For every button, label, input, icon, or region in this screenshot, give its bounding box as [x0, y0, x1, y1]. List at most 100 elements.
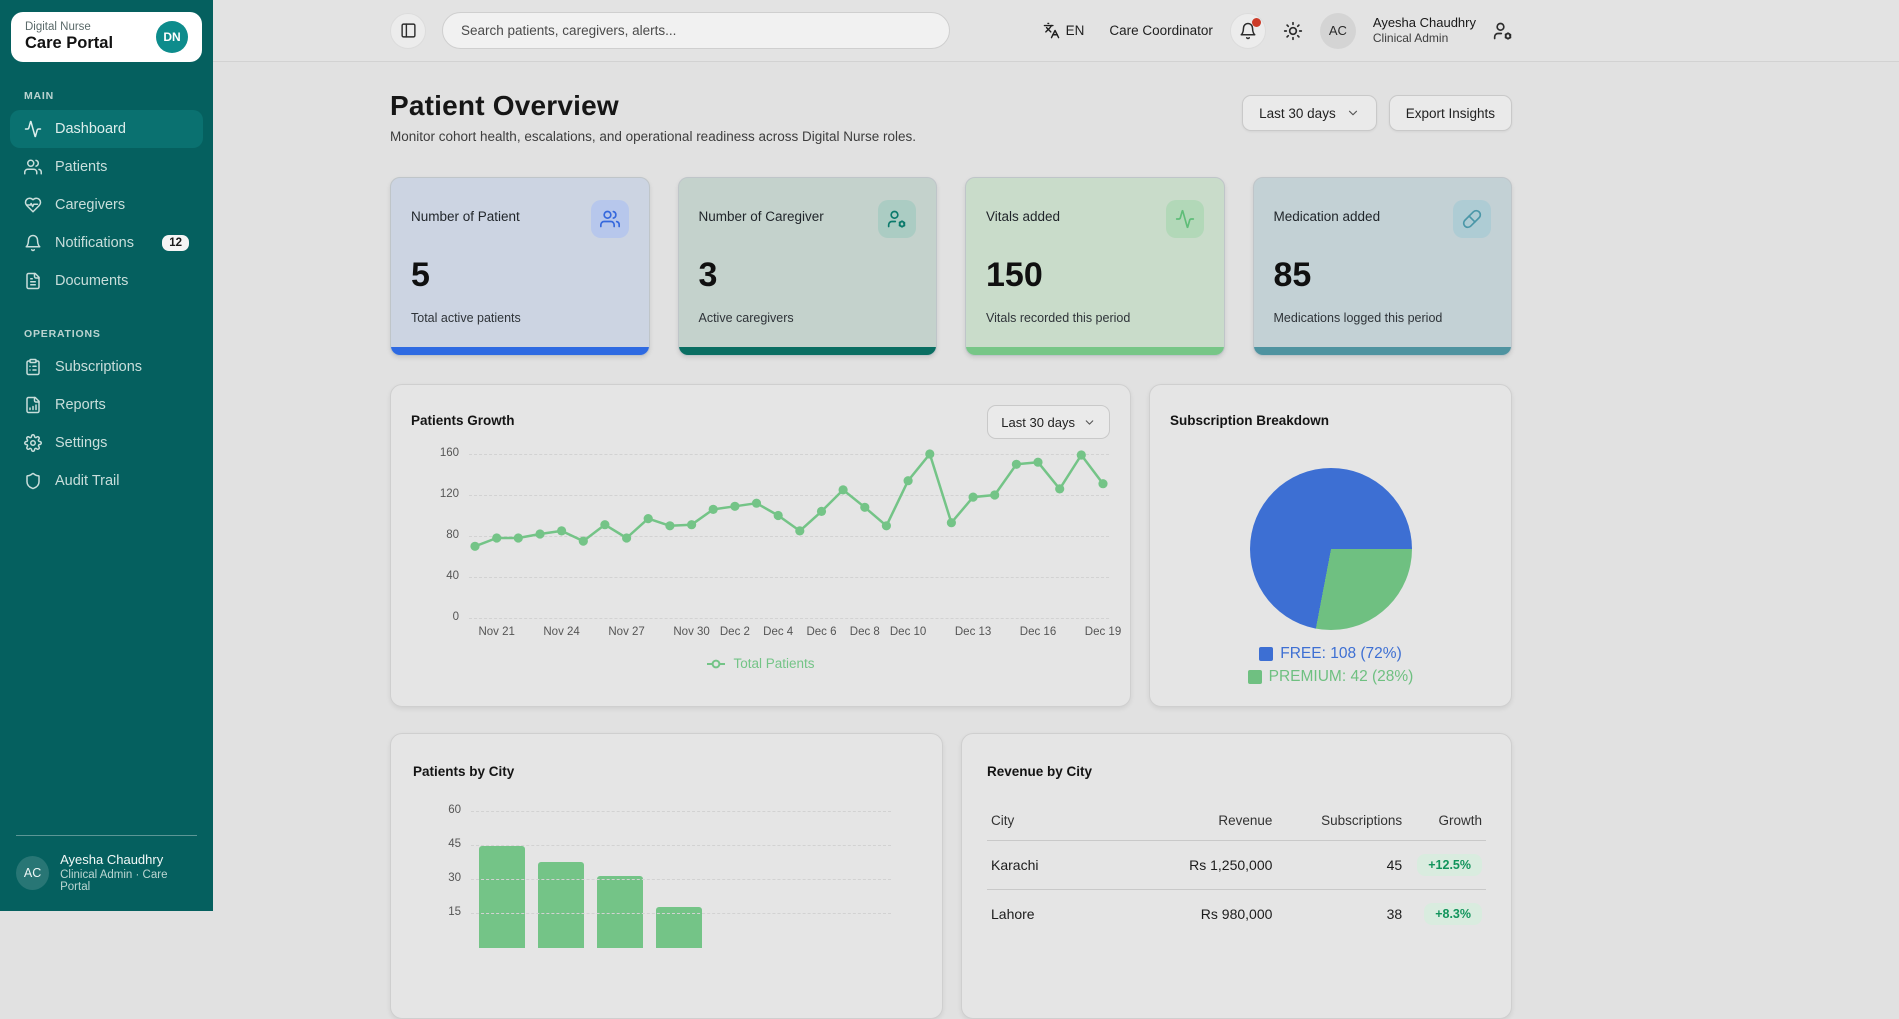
- stat-card-patients: Number of Patient 5 Total active patient…: [390, 177, 650, 356]
- legend-line-marker-icon: [706, 659, 726, 669]
- date-range-select[interactable]: Last 30 days: [1242, 95, 1377, 131]
- growth-badge: +8.3%: [1424, 903, 1482, 925]
- growth-badge: +12.5%: [1417, 854, 1482, 876]
- stat-card-vitals: Vitals added 150 Vitals recorded this pe…: [965, 177, 1225, 356]
- pie-chart-legend: FREE: 108 (72%) PREMIUM: 42 (28%): [1170, 645, 1491, 686]
- brand-card[interactable]: Digital Nurse Care Portal DN: [11, 12, 202, 62]
- line-chart-x-axis: Nov 21Nov 24Nov 27Nov 30Dec 2Dec 4Dec 6D…: [469, 626, 1109, 642]
- document-icon: [24, 272, 42, 290]
- shield-icon: [24, 472, 42, 490]
- topbar-user-block: Ayesha Chaudhry Clinical Admin: [1373, 15, 1476, 46]
- stat-caption: Active caregivers: [699, 311, 917, 325]
- gear-icon: [24, 434, 42, 452]
- legend-label: Total Patients: [733, 656, 814, 671]
- bar: [479, 846, 525, 948]
- sidebar-item-patients[interactable]: Patients: [10, 148, 203, 186]
- brand-app-name: Digital Nurse: [25, 21, 113, 33]
- sidebar-item-audit-trail[interactable]: Audit Trail: [10, 462, 203, 500]
- user-gear-icon: [878, 200, 916, 238]
- sidebar-item-reports[interactable]: Reports: [10, 386, 203, 424]
- legend-swatch: [1248, 670, 1262, 684]
- language-switcher[interactable]: EN: [1043, 22, 1085, 39]
- revenue-by-city-card: Revenue by City City Revenue Subscriptio…: [961, 733, 1512, 1019]
- sidebar-item-label: Documents: [55, 273, 189, 289]
- role-label: Care Coordinator: [1109, 23, 1213, 38]
- column-header-city: City: [987, 803, 1137, 841]
- chart-title: Subscription Breakdown: [1170, 405, 1491, 428]
- legend-item-free: FREE: 108 (72%): [1259, 645, 1401, 663]
- sidebar-user-name: Ayesha Chaudhry: [60, 852, 197, 867]
- stats-grid: Number of Patient 5 Total active patient…: [390, 177, 1512, 356]
- line-chart-plot: [469, 451, 1109, 621]
- cell-city: Lahore: [987, 890, 1137, 939]
- divider: [16, 835, 197, 836]
- stat-accent-bar: [679, 347, 937, 355]
- user-settings-button[interactable]: [1493, 21, 1513, 41]
- stat-caption: Medications logged this period: [1274, 311, 1492, 325]
- sidebar-item-caregivers[interactable]: Caregivers: [10, 186, 203, 224]
- stat-value: 5: [411, 256, 629, 295]
- notifications-count-badge: 12: [162, 235, 189, 251]
- sidebar: Digital Nurse Care Portal DN MAIN Dashbo…: [0, 0, 213, 911]
- sidebar-footer: AC Ayesha Chaudhry Clinical Admin · Care…: [0, 821, 213, 911]
- chart-range-label: Last 30 days: [1001, 415, 1075, 430]
- topbar-user-role: Clinical Admin: [1373, 31, 1476, 46]
- sidebar-section-operations: OPERATIONS: [24, 328, 213, 340]
- export-insights-button[interactable]: Export Insights: [1389, 95, 1512, 131]
- sidebar-item-documents[interactable]: Documents: [10, 262, 203, 300]
- brand-portal-name: Care Portal: [25, 34, 113, 53]
- sidebar-user-role: Clinical Admin · Care Portal: [60, 869, 197, 893]
- cell-revenue: Rs 980,000: [1137, 890, 1277, 939]
- sidebar-user[interactable]: AC Ayesha Chaudhry Clinical Admin · Care…: [16, 852, 197, 893]
- legend-item-premium: PREMIUM: 42 (28%): [1248, 668, 1414, 686]
- sidebar-item-label: Reports: [55, 397, 189, 413]
- date-range-label: Last 30 days: [1259, 106, 1336, 121]
- search-bar[interactable]: [442, 12, 950, 49]
- sidebar-section-main: MAIN: [24, 90, 213, 102]
- users-icon: [591, 200, 629, 238]
- search-input[interactable]: [461, 23, 931, 38]
- stat-title: Vitals added: [986, 200, 1060, 224]
- user-gear-icon: [1493, 21, 1513, 41]
- table-title: Revenue by City: [987, 756, 1486, 779]
- activity-icon: [24, 120, 42, 138]
- sidebar-item-notifications[interactable]: Notifications 12: [10, 224, 203, 262]
- stat-accent-bar: [1254, 347, 1512, 355]
- topbar-user-name: Ayesha Chaudhry: [1373, 15, 1476, 31]
- avatar[interactable]: AC: [1320, 13, 1356, 49]
- sidebar-item-label: Patients: [55, 159, 189, 175]
- notifications-button[interactable]: [1230, 13, 1266, 49]
- legend-label: PREMIUM: 42 (28%): [1269, 668, 1414, 686]
- theme-toggle-button[interactable]: [1283, 21, 1303, 41]
- language-label: EN: [1066, 23, 1085, 38]
- cell-revenue: Rs 1,250,000: [1137, 841, 1277, 890]
- page-subtitle: Monitor cohort health, escalations, and …: [390, 129, 916, 144]
- stat-accent-bar: [966, 347, 1224, 355]
- patients-growth-card: Patients Growth Last 30 days 16012080400…: [390, 384, 1131, 707]
- legend-label: FREE: 108 (72%): [1280, 645, 1401, 663]
- avatar: AC: [16, 856, 49, 890]
- column-header-subscriptions: Subscriptions: [1276, 803, 1406, 841]
- report-chart-icon: [24, 396, 42, 414]
- patients-by-city-card: Patients by City 60453015: [390, 733, 943, 1019]
- sidebar-item-label: Caregivers: [55, 197, 189, 213]
- sidebar-item-dashboard[interactable]: Dashboard: [10, 110, 203, 148]
- pie-chart: [1250, 468, 1412, 630]
- chart-range-select[interactable]: Last 30 days: [987, 405, 1110, 439]
- page-title: Patient Overview: [390, 90, 916, 122]
- cell-subscriptions: 38: [1276, 890, 1406, 939]
- pulse-icon: [1166, 200, 1204, 238]
- table-header-row: City Revenue Subscriptions Growth: [987, 803, 1486, 841]
- sidebar-toggle-button[interactable]: [390, 13, 426, 49]
- pill-icon: [1453, 200, 1491, 238]
- sidebar-item-settings[interactable]: Settings: [10, 424, 203, 462]
- line-chart: 16012080400: [469, 454, 1109, 618]
- topbar: EN Care Coordinator AC Ayesha Chaudhry C…: [213, 0, 1899, 62]
- sun-icon: [1283, 21, 1303, 41]
- stat-caption: Vitals recorded this period: [986, 311, 1204, 325]
- sidebar-item-label: Settings: [55, 435, 189, 451]
- table-row: Lahore Rs 980,000 38 +8.3%: [987, 890, 1486, 939]
- chevron-down-icon: [1083, 416, 1096, 429]
- sidebar-item-subscriptions[interactable]: Subscriptions: [10, 348, 203, 386]
- heart-pulse-icon: [24, 196, 42, 214]
